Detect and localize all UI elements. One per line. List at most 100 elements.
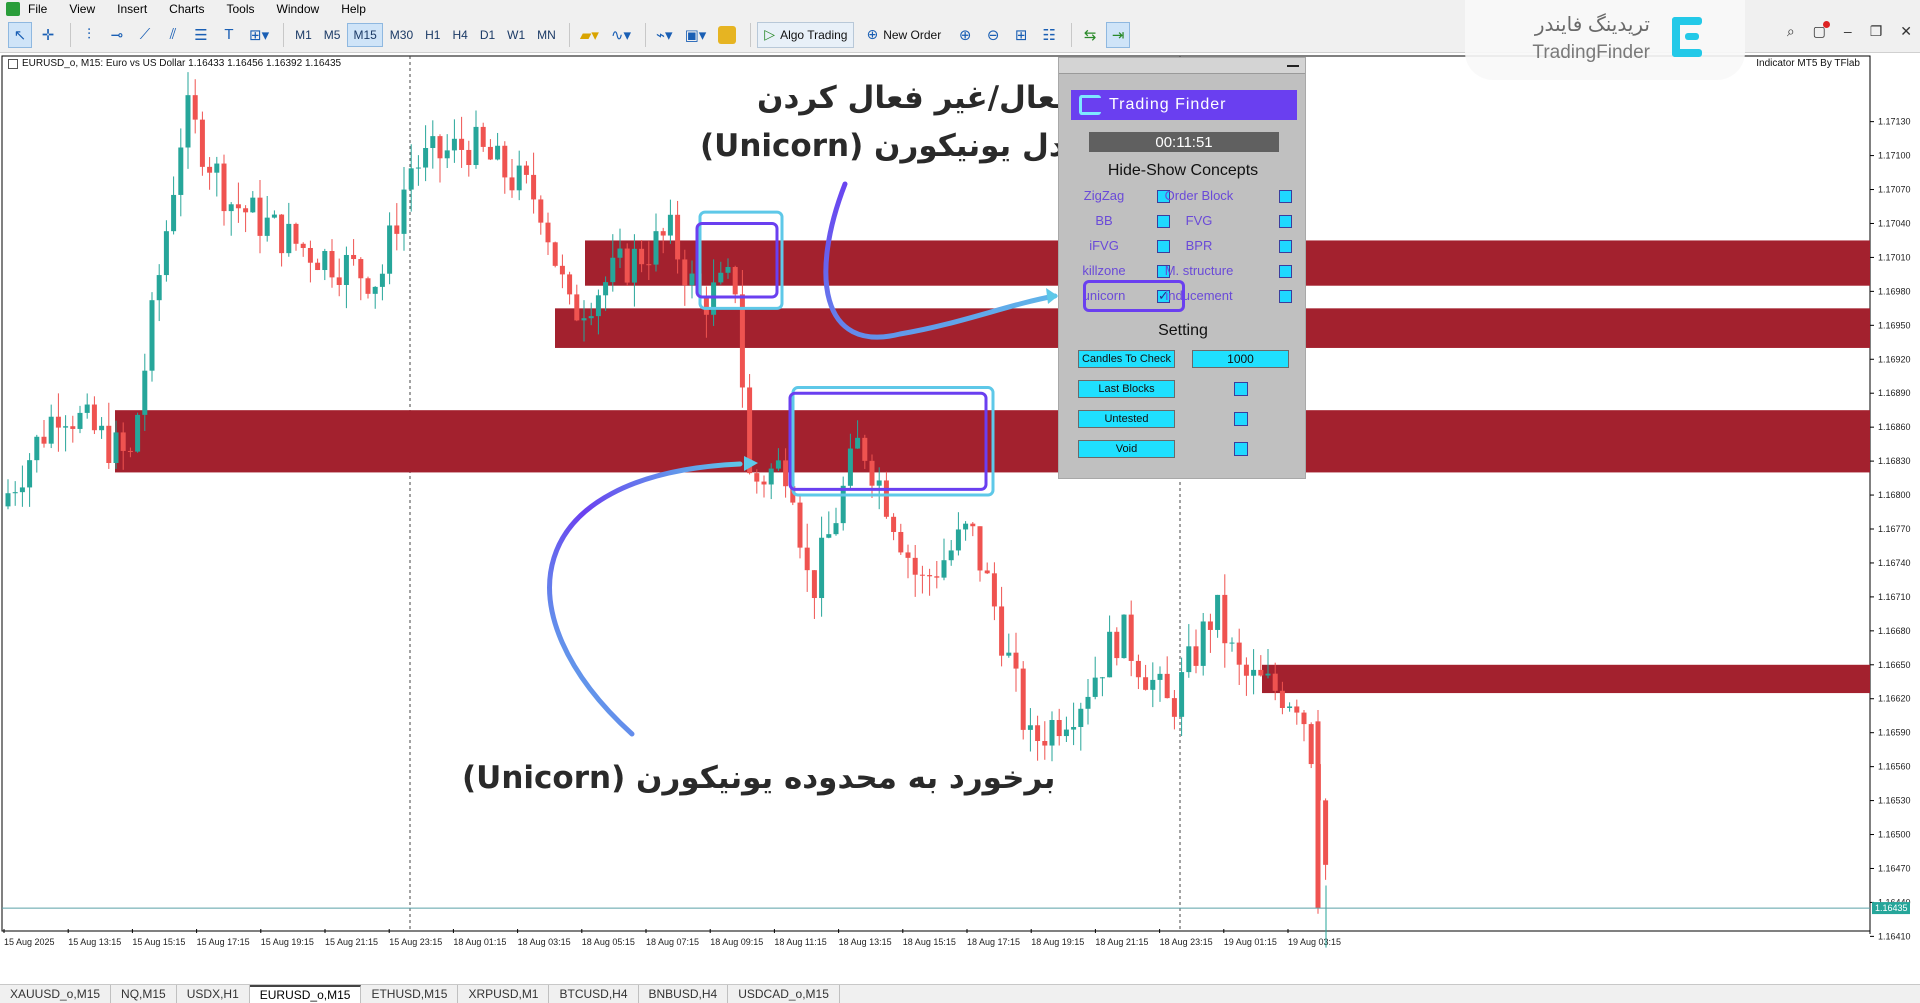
timeframe-d1[interactable]: D1: [475, 23, 500, 47]
menu-view[interactable]: View: [69, 2, 95, 16]
untested-button[interactable]: Untested: [1078, 410, 1175, 428]
candle-body: [1207, 621, 1213, 630]
price-tick-label: 1.17040: [1878, 218, 1911, 228]
tab-xrpusd-m1[interactable]: XRPUSD,M1: [458, 985, 550, 1003]
toolbar-right: ⌕ ▢ – ❐ ✕: [1787, 21, 1912, 40]
cursor-icon[interactable]: ↖: [8, 21, 32, 48]
autoscroll-icon[interactable]: ⇆: [1078, 22, 1102, 48]
channel-icon[interactable]: ⫽: [161, 22, 185, 48]
candle-body: [228, 204, 234, 212]
chart-shift-icon[interactable]: ⇥: [1106, 21, 1131, 48]
gold-icon[interactable]: [714, 22, 740, 48]
timeframe-m1[interactable]: M1: [290, 23, 317, 47]
notifications-icon[interactable]: ▢: [1813, 21, 1831, 40]
tab-usdcad-o-m15[interactable]: USDCAD_o,M15: [728, 985, 840, 1003]
candles-to-check-button[interactable]: Candles To Check: [1078, 350, 1175, 368]
time-tick-label: 18 Aug 11:15: [774, 937, 826, 947]
restore-window-icon[interactable]: ❐: [1870, 23, 1883, 40]
concept-checkbox-order-block[interactable]: [1279, 190, 1292, 203]
crosshair-icon[interactable]: ✛: [36, 22, 60, 48]
panel-header[interactable]: [1059, 58, 1305, 74]
void-checkbox[interactable]: [1234, 442, 1248, 456]
fibonacci-icon[interactable]: ☰: [189, 22, 213, 48]
timeframe-m15[interactable]: M15: [347, 22, 383, 47]
untested-checkbox[interactable]: [1234, 412, 1248, 426]
search-icon[interactable]: ⌕: [1787, 23, 1795, 40]
brand-name-en: TradingFinder: [1532, 42, 1650, 63]
menu-insert[interactable]: Insert: [117, 2, 147, 16]
tab-btcusd-h4[interactable]: BTCUSD,H4: [549, 985, 639, 1003]
concept-checkbox-bpr[interactable]: [1279, 240, 1292, 253]
chart-area[interactable]: 1.17130 1.17100 1.17070 1.17040 1.17010 1.169…: [0, 54, 1920, 984]
chart-type-icon[interactable]: ⌁▾: [652, 22, 677, 48]
menu-file[interactable]: File: [28, 2, 47, 16]
concept-checkbox-fvg[interactable]: [1279, 215, 1292, 228]
zoom-in-icon[interactable]: ⊕: [953, 22, 977, 48]
menu-tools[interactable]: Tools: [227, 2, 255, 16]
concept-checkbox-m-structure[interactable]: [1279, 265, 1292, 278]
horizontal-line-icon[interactable]: ⊸: [105, 22, 129, 48]
candle-body: [588, 316, 594, 319]
minimize-window-icon[interactable]: –: [1844, 23, 1852, 40]
vertical-line-icon[interactable]: ⫶: [77, 22, 101, 48]
zoom-out-icon[interactable]: ⊖: [981, 22, 1005, 48]
timeframe-m5[interactable]: M5: [319, 23, 346, 47]
close-window-icon[interactable]: ✕: [1900, 23, 1912, 40]
candle-body: [77, 412, 83, 429]
void-button[interactable]: Void: [1078, 440, 1175, 458]
tab-xauusd-o-m15[interactable]: XAUUSD_o,M15: [0, 985, 112, 1003]
candle-body: [84, 404, 90, 413]
layout-icon[interactable]: ☷: [1037, 22, 1061, 48]
symbol-tab-bar: XAUUSD_o,M15 NQ,M15 USDX,H1 EURUSD_o,M15 ETH…: [0, 984, 1920, 1003]
candle-body: [1099, 677, 1105, 679]
timeframe-h1[interactable]: H1: [420, 23, 445, 47]
tab-bnbusd-h4[interactable]: BNBUSD,H4: [639, 985, 729, 1003]
templates-icon[interactable]: ▣▾: [681, 22, 711, 48]
concept-checkbox-inducement[interactable]: [1279, 290, 1292, 303]
candle-body: [1279, 690, 1285, 708]
time-tick-label: 15 Aug 15:15: [132, 937, 185, 947]
folder-icon[interactable]: ▰▾: [576, 22, 603, 48]
text-icon[interactable]: T: [217, 22, 241, 48]
price-tick-label: 1.16800: [1878, 490, 1911, 500]
candle-body: [1078, 708, 1084, 727]
indicator-panel[interactable]: Trading Finder 00:11:51 Hide-Show Concep…: [1058, 57, 1306, 479]
shapes-icon[interactable]: ⊞▾: [245, 22, 273, 48]
candle-body: [963, 523, 969, 530]
candle-body: [315, 262, 321, 271]
candle-body: [466, 149, 472, 166]
candle-body: [898, 531, 904, 553]
time-tick-label: 18 Aug 07:15: [646, 937, 699, 947]
tab-ethusd-m15[interactable]: ETHUSD,M15: [361, 985, 459, 1003]
candlestick-chart[interactable]: 1.17130 1.17100 1.17070 1.17040 1.17010 1.169…: [0, 54, 1920, 984]
menu-window[interactable]: Window: [277, 2, 320, 16]
last-blocks-checkbox[interactable]: [1234, 382, 1248, 396]
menu-help[interactable]: Help: [341, 2, 366, 16]
candle-body: [300, 243, 306, 248]
timeframe-m30[interactable]: M30: [385, 23, 418, 47]
tile-icon[interactable]: ⊞: [1009, 22, 1033, 48]
tab-usdx-h1[interactable]: USDX,H1: [177, 985, 250, 1003]
new-order-button[interactable]: ⊕ New Order: [860, 22, 947, 48]
candle-timer: 00:11:51: [1089, 132, 1279, 152]
candle-body: [1265, 673, 1271, 676]
algo-trading-button[interactable]: ▷ Algo Trading: [757, 21, 855, 48]
tab-nq-m15[interactable]: NQ,M15: [111, 985, 177, 1003]
last-blocks-button[interactable]: Last Blocks: [1078, 380, 1175, 398]
candle-body: [1107, 631, 1113, 678]
indicators-icon[interactable]: ∿▾: [607, 22, 635, 48]
timeframe-mn[interactable]: MN: [532, 23, 561, 47]
trendline-icon[interactable]: ⟋: [133, 22, 157, 48]
time-tick-label: 19 Aug 03:15: [1288, 937, 1341, 947]
candle-body: [1287, 706, 1293, 708]
timeframe-w1[interactable]: W1: [502, 23, 530, 47]
panel-minimize-icon[interactable]: [1287, 65, 1299, 67]
price-tick-label: 1.16740: [1878, 558, 1911, 568]
timeframe-h4[interactable]: H4: [447, 23, 472, 47]
candles-to-check-input[interactable]: 1000: [1192, 350, 1289, 368]
tab-eurusd-o-m15[interactable]: EURUSD_o,M15: [249, 985, 362, 1003]
candle-body: [876, 480, 882, 486]
menu-charts[interactable]: Charts: [169, 2, 204, 16]
candle-body: [444, 150, 450, 159]
candle-body: [581, 318, 587, 321]
